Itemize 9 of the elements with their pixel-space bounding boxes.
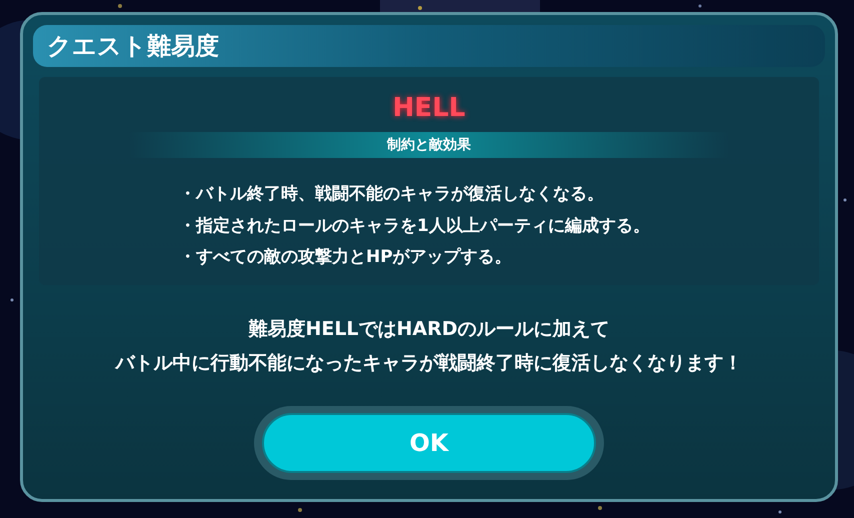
rule-text: ・指定されたロールのキャラを1人以上パーティに編成する。 [179,214,651,238]
ok-button[interactable]: OK [262,412,596,472]
note-text: 難易度HELLではHARDのルールに加えて [248,316,610,342]
dialog-title: クエスト難易度 [47,31,219,62]
section-label: 制約と敵効果 [387,136,471,154]
note-text: バトル中に行動不能になったキャラが戦闘終了時に復活しなくなります！ [116,351,742,376]
rule-text: ・すべての敵の攻撃力とHPがアップする。 [179,246,513,269]
rule-text: ・バトル終了時、戦闘不能のキャラが復活しなくなる。 [179,183,605,206]
difficulty-label: HELL [392,92,466,125]
